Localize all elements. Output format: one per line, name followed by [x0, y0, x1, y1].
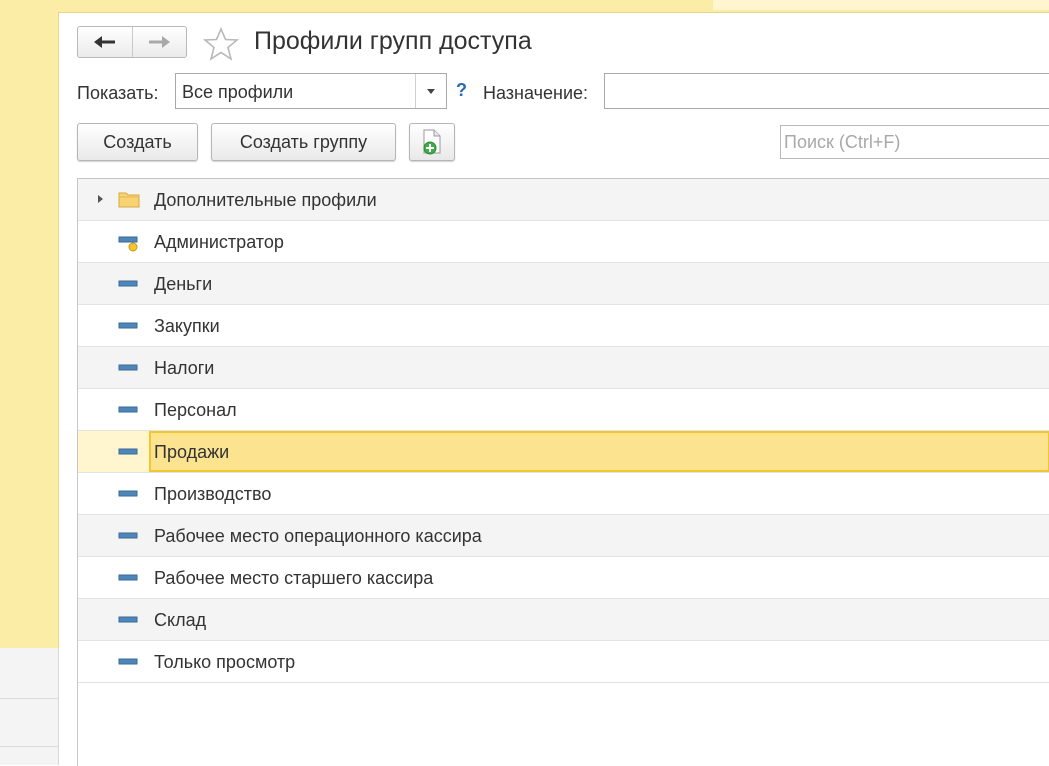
add-copy-button[interactable] [409, 123, 455, 161]
help-icon[interactable]: ? [456, 80, 467, 101]
list-item-label: Налоги [154, 358, 215, 378]
profile-icon [118, 532, 138, 539]
document-add-icon [423, 129, 441, 155]
list-item[interactable]: Рабочее место операционного кассира [78, 515, 1049, 557]
list-item[interactable]: Склад [78, 599, 1049, 641]
list-item-label: Продажи [154, 442, 230, 462]
list-item-label: Только просмотр [154, 652, 296, 672]
list-item-label: Производство [154, 484, 272, 504]
show-select-value: Все профили [182, 82, 294, 102]
expand-arrow-icon[interactable] [98, 195, 103, 203]
top-tab-strip [58, 0, 1049, 13]
list-item-label: Склад [154, 610, 207, 630]
folder-icon [118, 192, 140, 208]
chevron-down-icon [427, 88, 435, 94]
profile-icon [118, 364, 138, 371]
selected-cell [149, 431, 1049, 472]
profile-icon [118, 280, 138, 287]
list-item[interactable]: Администратор [78, 221, 1049, 263]
list-item[interactable]: Только просмотр [78, 641, 1049, 683]
arrow-left-icon [93, 36, 115, 48]
profiles-list: Дополнительные профили Администратор Ден… [77, 178, 1049, 766]
list-item-label: Персонал [154, 400, 237, 420]
list-item[interactable]: Налоги [78, 347, 1049, 389]
arrow-right-icon [149, 36, 171, 48]
list-item[interactable]: Производство [78, 473, 1049, 515]
search-input[interactable] [780, 125, 1049, 159]
create-group-button[interactable]: Создать группу [211, 123, 396, 161]
list-item[interactable]: Деньги [78, 263, 1049, 305]
profile-icon [118, 406, 138, 413]
list-item-label: Рабочее место операционного кассира [154, 526, 482, 546]
profile-icon [118, 616, 138, 623]
profile-icon [118, 658, 138, 665]
profile-icon [118, 448, 138, 455]
predefined-profile-icon [118, 236, 138, 252]
list-item[interactable]: Дополнительные профили [78, 179, 1049, 221]
back-button[interactable] [78, 27, 132, 57]
purpose-label: Назначение: [483, 83, 589, 103]
profile-icon [118, 490, 138, 497]
list-item-label: Рабочее место старшего кассира [154, 568, 434, 588]
profile-icon [118, 322, 138, 329]
list-item-label: Закупки [154, 316, 220, 336]
profile-icon [118, 574, 138, 581]
list-item-selected[interactable]: Продажи [78, 431, 1049, 473]
list-item[interactable]: Рабочее место старшего кассира [78, 557, 1049, 599]
left-lower-panel [0, 648, 59, 765]
page-title: Профили групп доступа [254, 27, 532, 55]
left-sections-panel [0, 0, 59, 648]
form-area: Профили групп доступа Показать: Все проф… [59, 13, 1049, 766]
dropdown-button[interactable] [415, 74, 446, 108]
list-item-label: Дополнительные профили [154, 190, 377, 210]
create-button[interactable]: Создать [77, 123, 198, 161]
star-icon[interactable] [203, 27, 239, 61]
list-item-label: Деньги [154, 274, 213, 294]
show-select[interactable]: Все профили [175, 73, 447, 109]
list-item-label: Администратор [154, 232, 284, 252]
list-item[interactable]: Закупки [78, 305, 1049, 347]
navigation-buttons [77, 26, 187, 58]
list-item[interactable]: Персонал [78, 389, 1049, 431]
show-label: Показать: [77, 83, 159, 103]
purpose-field[interactable] [604, 73, 1049, 109]
forward-button[interactable] [131, 27, 187, 57]
